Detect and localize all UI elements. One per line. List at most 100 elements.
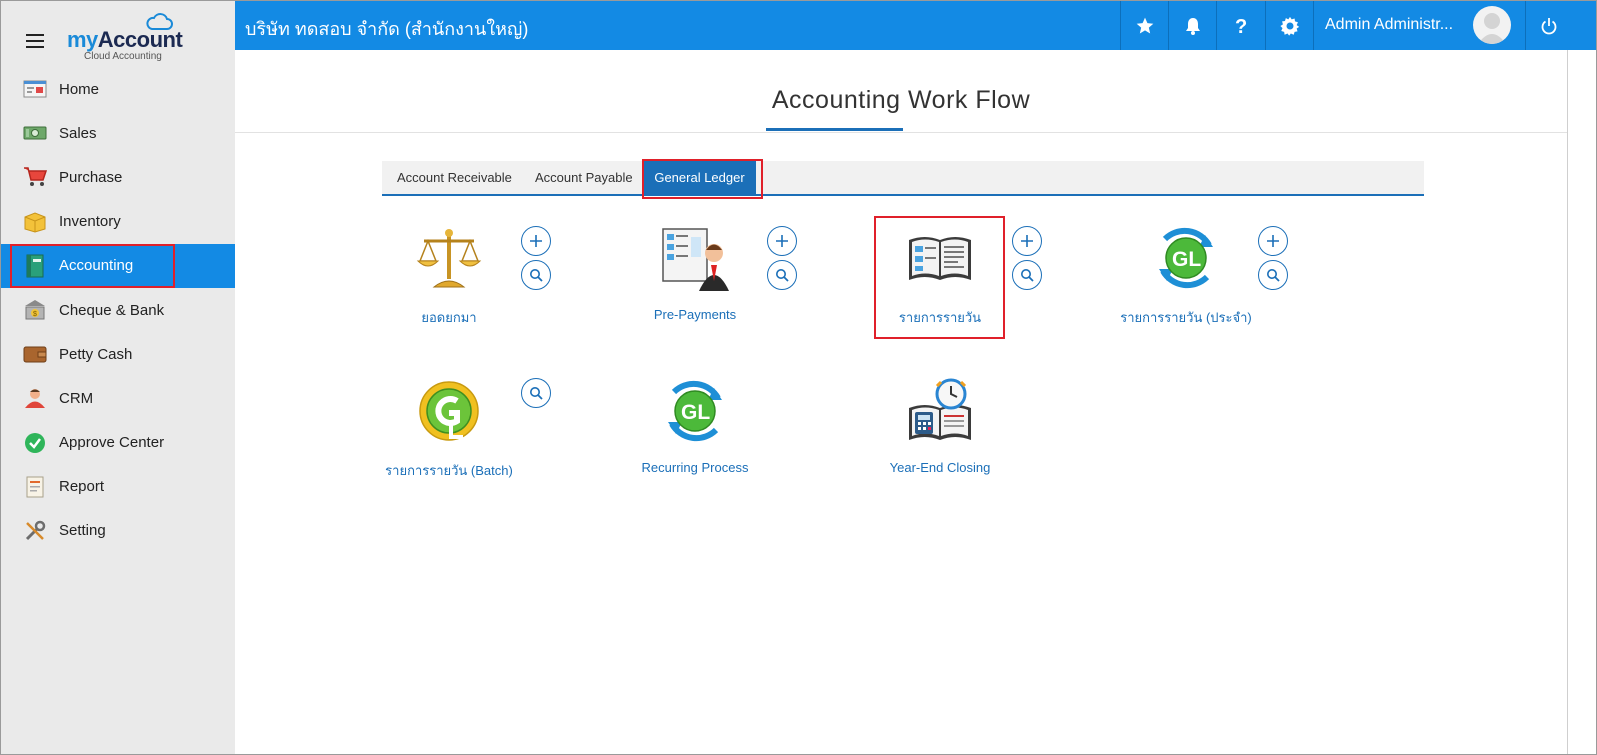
sales-icon — [23, 121, 47, 145]
plus-icon — [530, 235, 542, 247]
sidebar-item-sales[interactable]: Sales — [1, 111, 235, 155]
plus-icon — [1267, 235, 1279, 247]
title-divider — [235, 132, 1567, 133]
add-journal-entry-button[interactable] — [1012, 226, 1042, 256]
gl-process-icon[interactable]: GL — [660, 376, 730, 446]
search-pre-payment-button[interactable] — [767, 260, 797, 290]
sidebar: myAccount Cloud Accounting Home Sales Pu… — [1, 1, 235, 754]
cart-icon — [23, 165, 47, 189]
tile-opening-balance: ยอดยกมา — [379, 223, 519, 325]
people-icon — [23, 386, 47, 410]
settings-button[interactable] — [1265, 1, 1313, 50]
search-journal-entry-button[interactable] — [1012, 260, 1042, 290]
bank-icon: $ — [23, 298, 47, 322]
tile-year-end-closing: Year-End Closing — [870, 376, 1010, 476]
sidebar-item-cheque-bank[interactable]: $ Cheque & Bank — [1, 288, 235, 332]
sidebar-item-purchase[interactable]: Purchase — [1, 155, 235, 199]
search-icon — [1267, 269, 1280, 282]
sidebar-item-home[interactable]: Home — [1, 67, 235, 111]
sidebar-item-inventory[interactable]: Inventory — [1, 200, 235, 244]
user-name: Admin Administr... — [1325, 16, 1454, 33]
gear-icon — [1279, 16, 1299, 36]
wallet-icon — [23, 342, 47, 366]
sidebar-item-petty-cash[interactable]: Petty Cash — [1, 332, 235, 376]
tab-account-payable[interactable]: Account Payable — [535, 161, 633, 194]
plus-icon — [776, 235, 788, 247]
tile-recurring-journal: GL รายการรายวัน (ประจำ) — [1116, 223, 1256, 325]
tile-label[interactable]: Pre-Payments — [605, 307, 785, 322]
svg-text:GL: GL — [681, 401, 710, 424]
logout-button[interactable] — [1525, 1, 1571, 50]
report-icon — [23, 475, 47, 499]
plus-icon — [1021, 235, 1033, 247]
tile-pre-payments: Pre-Payments — [625, 223, 765, 323]
page-title: Accounting Work Flow — [771, 86, 1031, 114]
sidebar-item-setting[interactable]: Setting — [1, 509, 235, 553]
sidebar-item-label: Petty Cash — [59, 345, 133, 363]
app-window: myAccount Cloud Accounting Home Sales Pu… — [0, 0, 1597, 755]
content-right-border — [1567, 50, 1568, 754]
tile-label[interactable]: รายการรายวัน (ประจำ) — [1096, 307, 1276, 328]
tile-recurring-process: GL Recurring Process — [625, 376, 765, 476]
search-recurring-journal-button[interactable] — [1258, 260, 1288, 290]
star-icon — [1136, 17, 1153, 33]
check-icon — [23, 431, 47, 455]
scales-icon[interactable] — [414, 223, 484, 293]
calculator-clock-icon[interactable] — [905, 376, 975, 446]
sidebar-item-label: Setting — [59, 522, 106, 540]
tile-label[interactable]: ยอดยกมา — [359, 307, 539, 328]
tile-batch-journal: รายการรายวัน (Batch) — [379, 376, 519, 478]
tile-label[interactable]: Recurring Process — [605, 460, 785, 475]
tile-label[interactable]: รายการรายวัน (Batch) — [359, 460, 539, 481]
company-name[interactable]: บริษัท ทดสอบ จำกัด (สำนักงานใหญ่) — [245, 14, 528, 43]
box-icon — [23, 210, 47, 234]
search-opening-balance-button[interactable] — [521, 260, 551, 290]
help-icon: ? — [1235, 16, 1247, 36]
sidebar-menu: Home Sales Purchase Inventory Accounting… — [1, 67, 235, 553]
logo-subtitle: Cloud Accounting — [84, 51, 162, 62]
brand-area: myAccount Cloud Accounting — [1, 1, 235, 67]
top-bar: บริษัท ทดสอบ จำกัด (สำนักงานใหญ่) ? Admi… — [235, 1, 1596, 50]
add-recurring-journal-button[interactable] — [1258, 226, 1288, 256]
highlight-box — [874, 216, 1005, 339]
notifications-button[interactable] — [1168, 1, 1216, 50]
tab-general-ledger[interactable]: General Ledger — [642, 159, 763, 199]
sidebar-item-label: Sales — [59, 124, 97, 142]
sidebar-item-accounting[interactable]: Accounting — [1, 243, 235, 288]
user-menu[interactable]: Admin Administr... — [1313, 1, 1525, 50]
sidebar-item-label: Approve Center — [59, 434, 165, 452]
sidebar-item-label: Report — [59, 478, 105, 496]
logo-wordmark: myAccount — [67, 27, 183, 52]
add-opening-balance-button[interactable] — [521, 226, 551, 256]
sidebar-item-label: Home — [59, 80, 100, 98]
sidebar-item-label: CRM — [59, 389, 94, 407]
home-icon — [23, 77, 47, 101]
power-icon — [1541, 17, 1556, 34]
search-batch-journal-button[interactable] — [521, 378, 551, 408]
businessman-book-icon[interactable] — [660, 223, 730, 293]
gl-recurring-icon[interactable]: GL — [1151, 223, 1221, 293]
gl-batch-icon[interactable] — [414, 376, 484, 446]
sidebar-item-label: Inventory — [59, 213, 121, 231]
add-pre-payment-button[interactable] — [767, 226, 797, 256]
sidebar-item-label: Accounting — [59, 257, 134, 275]
svg-text:$: $ — [33, 311, 37, 318]
sidebar-item-report[interactable]: Report — [1, 465, 235, 509]
tools-icon — [23, 519, 47, 543]
hamburger-menu-icon[interactable] — [26, 34, 44, 48]
search-icon — [530, 387, 543, 400]
tab-account-receivable[interactable]: Account Receivable — [397, 161, 512, 194]
favorites-button[interactable] — [1120, 1, 1168, 50]
sidebar-item-crm[interactable]: CRM — [1, 376, 235, 420]
logo[interactable]: myAccount Cloud Accounting — [67, 13, 187, 63]
search-icon — [530, 269, 543, 282]
tile-label[interactable]: Year-End Closing — [850, 460, 1030, 475]
help-button[interactable]: ? — [1216, 1, 1264, 50]
sidebar-item-approve-center[interactable]: Approve Center — [1, 421, 235, 465]
sidebar-item-label: Cheque & Bank — [59, 301, 165, 319]
avatar[interactable] — [1473, 6, 1511, 44]
search-icon — [1021, 269, 1034, 282]
svg-text:?: ? — [1235, 16, 1247, 36]
workflow-tabs: Account Receivable Account Payable Gener… — [382, 159, 1424, 199]
book-icon — [23, 254, 47, 278]
